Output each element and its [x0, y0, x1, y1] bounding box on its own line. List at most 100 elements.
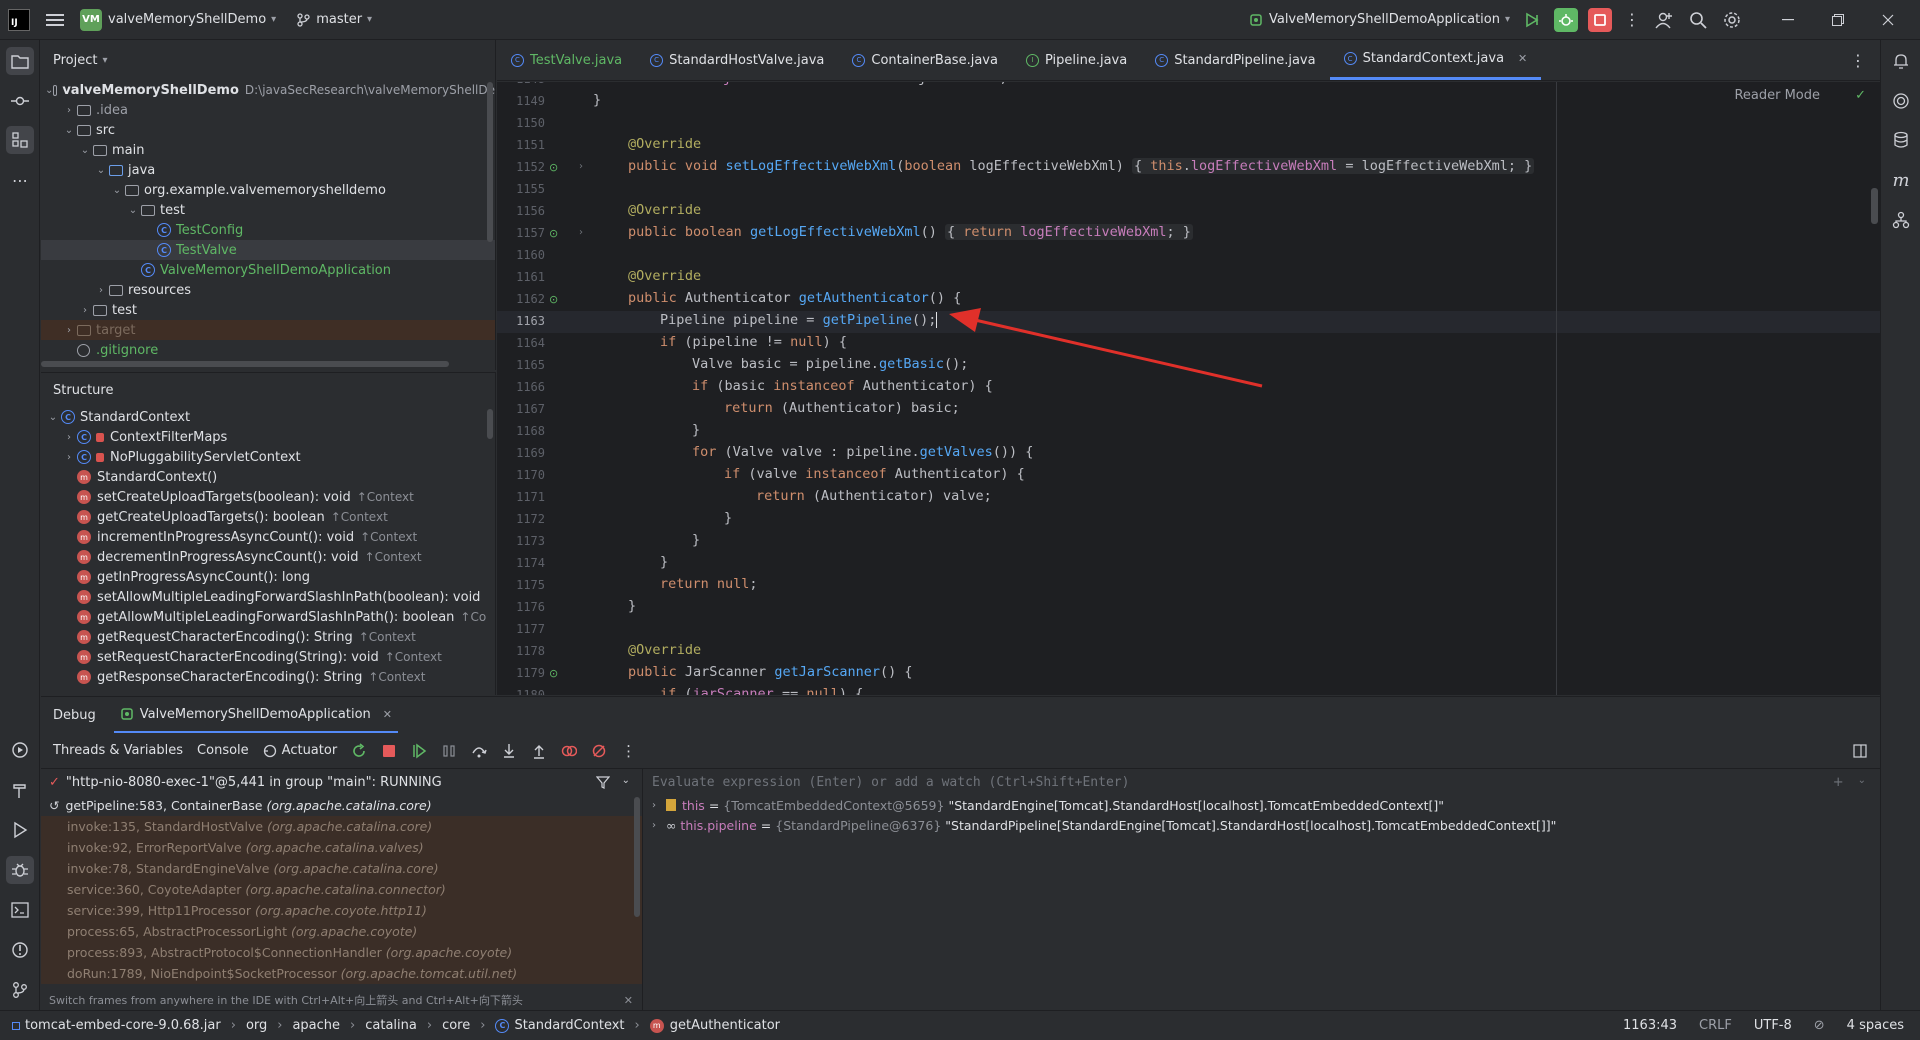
run-icon[interactable] — [6, 816, 34, 844]
step-over-icon[interactable] — [471, 743, 487, 759]
tab-console[interactable]: Console — [197, 743, 249, 758]
line-number[interactable]: 1173 — [497, 534, 545, 548]
read-only-icon[interactable]: ⊘ — [1814, 1018, 1825, 1033]
thread-selector[interactable]: ✓ "http-nio-8080-exec-1"@5,441 in group … — [41, 769, 642, 795]
line-number[interactable]: 1176 — [497, 600, 545, 614]
close-icon[interactable] — [1868, 6, 1908, 34]
maven-icon[interactable]: m — [1887, 166, 1915, 194]
file-encoding[interactable]: UTF-8 — [1754, 1018, 1792, 1033]
resume-icon[interactable] — [411, 743, 427, 759]
variable-row[interactable]: › ∞ this.pipeline = {StandardPipeline@63… — [644, 815, 1880, 835]
tab-containerbase[interactable]: C ContainerBase.java — [838, 40, 1012, 80]
tab-pipeline[interactable]: I Pipeline.java — [1012, 40, 1141, 80]
breadcrumb-item[interactable]: getAuthenticator — [670, 1018, 780, 1033]
editor-gutter[interactable]: 1148 1149 1150 1151 1152 ⊙ › 1155 1156 1157 ⊙ › 1160… — [497, 82, 590, 695]
tree-item-target[interactable]: › target — [41, 320, 495, 340]
stop-icon[interactable] — [1588, 7, 1612, 32]
debug-bug-icon[interactable] — [6, 856, 34, 884]
structure-item[interactable]: m getResponseCharacterEncoding(): String ↑… — [41, 667, 495, 687]
code-editor[interactable]: 1148 1149 1150 1151 1152 ⊙ › 1155 1156 1157 ⊙ › 1160… — [497, 82, 1880, 695]
tree-item-idea[interactable]: › .idea — [41, 100, 495, 120]
more-horizontal-icon[interactable]: ⋯ — [6, 166, 34, 194]
breadcrumb-item[interactable]: core — [442, 1018, 470, 1033]
add-user-icon[interactable] — [1652, 6, 1676, 34]
tree-item-testvalve[interactable]: C TestValve — [41, 240, 495, 260]
inspection-ok-icon[interactable]: ✓ — [1855, 88, 1866, 103]
more-vertical-icon[interactable]: ⋮ — [1622, 6, 1642, 34]
close-tab-icon[interactable]: ✕ — [383, 708, 392, 721]
line-number[interactable]: 1172 — [497, 512, 545, 526]
stack-frame[interactable]: invoke:78, StandardEngineValve (org.apach… — [41, 858, 642, 879]
filter-icon[interactable] — [595, 775, 610, 789]
structure-item[interactable]: m getCreateUploadTargets(): boolean ↑Conte… — [41, 507, 495, 527]
tab-threads-variables[interactable]: Threads & Variables — [53, 743, 183, 758]
vertical-scrollbar[interactable] — [487, 409, 493, 439]
gear-icon[interactable] — [1720, 6, 1744, 34]
tree-item-main[interactable]: ⌄ main — [41, 140, 495, 160]
project-selector[interactable]: VM valveMemoryShellDemo ▾ — [80, 6, 276, 34]
tree-item-gitignore[interactable]: .gitignore — [41, 340, 495, 360]
services-icon[interactable] — [6, 736, 34, 764]
breadcrumb-item[interactable]: tomcat-embed-core-9.0.68.jar — [25, 1018, 221, 1033]
structure-item[interactable]: m setCreateUploadTargets(boolean): void ↑C… — [41, 487, 495, 507]
build-hammer-icon[interactable] — [6, 776, 34, 804]
step-out-icon[interactable] — [531, 743, 547, 759]
restore-icon[interactable] — [1818, 6, 1858, 34]
frames-scrollbar[interactable] — [634, 797, 640, 917]
more-vertical-icon[interactable]: ⋮ — [621, 742, 636, 760]
project-panel-header[interactable]: Project ▾ — [41, 40, 495, 80]
step-into-icon[interactable] — [501, 743, 517, 759]
line-number[interactable]: 1163 — [497, 314, 545, 328]
rerun-icon[interactable] — [1520, 8, 1544, 32]
line-number[interactable]: 1151 — [497, 138, 545, 152]
variable-row[interactable]: › this = {TomcatEmbeddedContext@5659} "S… — [644, 795, 1880, 815]
structure-item[interactable]: m setRequestCharacterEncoding(String): vo… — [41, 647, 495, 667]
branch-selector[interactable]: master ▾ — [296, 6, 372, 34]
minimize-icon[interactable] — [1768, 6, 1808, 34]
structure-item[interactable]: m incrementInProgressAsyncCount(): void ↑C… — [41, 527, 495, 547]
override-marker-icon[interactable]: ⊙ — [549, 667, 558, 680]
override-marker-icon[interactable]: ⊙ — [549, 227, 558, 240]
rerun-debug-icon[interactable] — [351, 742, 367, 759]
indent-setting[interactable]: 4 spaces — [1847, 1018, 1904, 1033]
close-tab-icon[interactable]: ✕ — [1518, 52, 1527, 65]
line-number[interactable]: 1157 — [497, 226, 545, 240]
breadcrumb-item[interactable]: catalina — [365, 1018, 417, 1033]
git-icon[interactable] — [6, 976, 34, 1004]
editor-scrollbar[interactable] — [1871, 188, 1878, 224]
stack-frame[interactable]: invoke:92, ErrorReportValve (org.apache.c… — [41, 837, 642, 858]
commit-icon[interactable] — [6, 87, 34, 115]
tab-actuator[interactable]: Actuator — [263, 743, 337, 758]
tab-testvalve[interactable]: C TestValve.java — [497, 40, 636, 80]
line-number[interactable]: 1168 — [497, 424, 545, 438]
structure-item[interactable]: m setAllowMultipleLeadingForwardSlashInPa… — [41, 587, 495, 607]
breadcrumb-item[interactable]: StandardContext — [514, 1018, 624, 1033]
line-number[interactable]: 1179 — [497, 666, 545, 680]
stack-frame[interactable]: invoke:135, StandardHostValve (org.apache… — [41, 816, 642, 837]
structure-item[interactable]: m getInProgressAsyncCount(): long — [41, 567, 495, 587]
tree-item-package[interactable]: ⌄ org.example.valvememoryshelldemo — [41, 180, 495, 200]
line-number[interactable]: 1178 — [497, 644, 545, 658]
stack-frame[interactable]: process:65, AbstractProcessorLight (org.a… — [41, 921, 642, 942]
line-number[interactable]: 1155 — [497, 182, 545, 196]
ai-assistant-icon[interactable] — [1887, 87, 1915, 115]
run-config-selector[interactable]: ValveMemoryShellDemoApplication ▾ — [1249, 6, 1510, 34]
line-number[interactable]: 1152 — [497, 160, 545, 174]
tree-root[interactable]: ⌄ valveMemoryShellDemo D:\javaSecResearc… — [41, 80, 495, 100]
search-icon[interactable] — [1686, 6, 1710, 34]
tree-item-testconfig[interactable]: C TestConfig — [41, 220, 495, 240]
fold-toggle-icon[interactable]: › — [579, 227, 583, 238]
stack-frame[interactable]: ↺ getPipeline:583, ContainerBase (org.apac… — [41, 795, 642, 816]
stop-icon[interactable] — [381, 743, 397, 759]
tree-item-java[interactable]: ⌄ java — [41, 160, 495, 180]
tab-standardpipeline[interactable]: C StandardPipeline.java — [1141, 40, 1329, 80]
structure-root[interactable]: ⌄ C StandardContext — [41, 407, 495, 427]
folder-icon[interactable] — [6, 47, 34, 75]
tree-item-test[interactable]: › test — [41, 300, 495, 320]
line-number[interactable]: 1170 — [497, 468, 545, 482]
stack-frame[interactable]: service:399, Http11Processor (org.apache.… — [41, 900, 642, 921]
database-icon[interactable] — [1887, 126, 1915, 154]
intellij-logo-icon[interactable]: IJ — [8, 8, 30, 31]
close-icon[interactable]: ✕ — [624, 994, 633, 1007]
line-number[interactable]: 1161 — [497, 270, 545, 284]
